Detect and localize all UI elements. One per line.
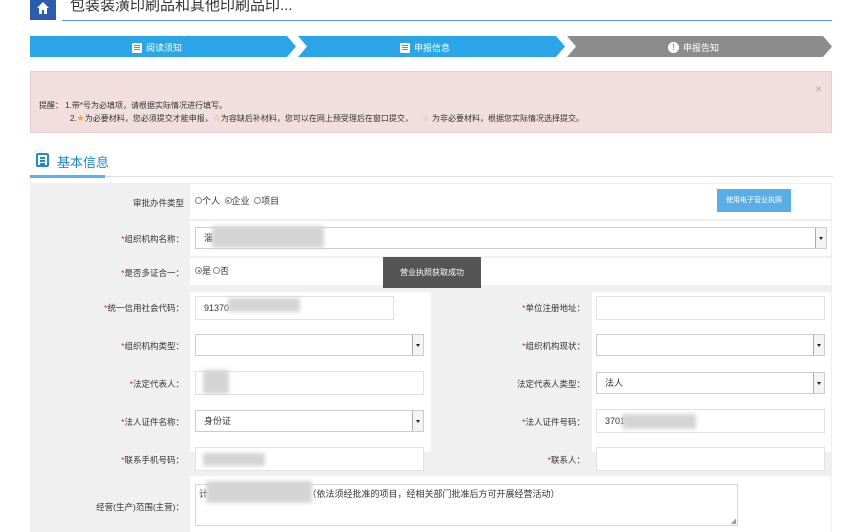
id-name-select[interactable]: 身份证 [195, 410, 424, 432]
label-text: 组织机构现状： [525, 341, 585, 351]
radio-label: 项目 [261, 196, 280, 206]
close-icon[interactable]: × [815, 82, 822, 96]
contact-input[interactable] [596, 447, 825, 471]
reg-addr-input[interactable] [596, 296, 825, 320]
alert-line-2: 2.★为必要材料，您必须提交才能申报，☆为容缺后补材料，您可以在网上预受理后在窗… [70, 113, 584, 124]
label-text: 法人证件名称： [124, 417, 184, 427]
label-text: 联系人： [550, 455, 585, 465]
chevron-down-icon[interactable] [813, 373, 824, 393]
org-type-label: *组织机构类型： [121, 341, 184, 351]
redacted-value [228, 298, 300, 312]
step-label: 申报告知 [683, 43, 720, 53]
org-status-label: *组织机构现状： [522, 341, 585, 351]
step-label: 阅读须知 [146, 43, 183, 53]
id-no-label: *法人证件号码： [522, 417, 585, 427]
step-declare-notice[interactable]: ! 申报告知 [567, 36, 823, 57]
radio-no[interactable] [213, 267, 221, 274]
type-label: 审批办件类型 [132, 198, 184, 208]
radio-enterprise[interactable] [224, 197, 232, 204]
legal-rep-label: *法定代表人： [129, 379, 184, 389]
section-underline [30, 175, 105, 178]
redacted-value [212, 226, 324, 248]
radio-project[interactable] [254, 197, 262, 204]
step-declare-info[interactable]: 申报信息 [298, 36, 556, 57]
radio-label: 企业 [231, 196, 250, 206]
reminder-alert: × 提醒： 1.带*号为必填项，请根据实际情况进行填写。 2.★为必要材料，您必… [30, 71, 832, 133]
label-text: 单位注册地址： [525, 303, 585, 313]
exclamation-icon: ! [668, 42, 679, 53]
chevron-down-icon[interactable] [412, 411, 423, 431]
outline-star-icon: ☆ [212, 113, 221, 123]
org-type-select[interactable] [195, 334, 424, 356]
list-icon [36, 153, 49, 167]
chevron-down-icon[interactable] [813, 335, 824, 355]
radio-yes[interactable] [195, 267, 202, 274]
scope-label: 经营(生产)范围(主营)： [96, 502, 184, 512]
select-value: 身份证 [204, 416, 232, 426]
multi-cert-radio-group: 是否 [195, 264, 231, 277]
radio-label: 否 [220, 266, 230, 276]
label-text: 组织机构名称： [124, 234, 184, 244]
legal-rep-input[interactable] [195, 371, 424, 395]
alert-text: 为容缺后补材料，您可以在网上预受理后在窗口提交， [220, 114, 413, 123]
reg-addr-label: *单位注册地址： [522, 303, 585, 313]
redacted-value [206, 481, 312, 503]
form-cell [190, 258, 831, 285]
multi-cert-label: *是否多证合一： [121, 268, 184, 278]
org-status-select[interactable] [596, 334, 825, 356]
gray-star-icon: ☆ [421, 113, 430, 123]
success-toast: 营业执照获取成功 [383, 257, 481, 288]
org-name-label: *组织机构名称： [121, 234, 184, 244]
scope-text: 售。（依法须经批准的项目，经相关部门批准后方可开展经营活动） [294, 489, 560, 499]
type-radio-group: 个人 企业 项目 [195, 194, 281, 207]
filled-star-icon: ★ [76, 113, 85, 123]
label-text: 法定代表人： [132, 379, 184, 389]
radio-personal[interactable] [195, 197, 202, 204]
credit-code-label: *统一信用社会代码： [104, 303, 184, 313]
redacted-value [203, 370, 229, 394]
chevron-down-icon[interactable] [412, 335, 423, 355]
label-text: 法人证件号码： [525, 417, 585, 427]
phone-label: *联系手机号码： [121, 455, 184, 465]
radio-label: 个人 [202, 196, 221, 206]
id-name-label: *法人证件名称： [121, 417, 184, 427]
alert-text: 2. [70, 114, 77, 123]
alert-line-1: 提醒： 1.带*号为必填项，请根据实际情况进行填写。 [39, 101, 228, 110]
resize-handle-icon[interactable]: ◢ [731, 518, 736, 525]
use-e-license-button[interactable]: 使用电子营业执照 [717, 189, 791, 212]
select-value: 法人 [605, 378, 624, 388]
contact-label: *联系人： [547, 455, 585, 465]
document-icon [400, 42, 410, 53]
alert-text: 为必要材料，您必须提交才能申报， [84, 114, 213, 123]
section-divider [30, 176, 833, 177]
redacted-value [622, 414, 696, 429]
redacted-value [203, 453, 265, 466]
document-icon [132, 42, 142, 53]
label-text: 是否多证合一： [124, 268, 184, 278]
label-text: 组织机构类型： [124, 341, 184, 351]
label-text: 统一信用社会代码： [107, 303, 184, 313]
section-title: 基本信息 [57, 155, 110, 170]
alert-text: 为非必要材料，根据您实际情况选择提交。 [432, 114, 585, 123]
label-text: 联系手机号码： [124, 455, 184, 465]
radio-label: 是 [202, 266, 212, 276]
step-label: 申报信息 [414, 43, 451, 53]
step-read-notice[interactable]: 阅读须知 [30, 36, 287, 57]
legal-rep-type-select[interactable]: 法人 [596, 372, 825, 394]
legal-rep-type-label: 法定代表人类型： [516, 379, 585, 389]
chevron-down-icon[interactable] [815, 228, 826, 248]
